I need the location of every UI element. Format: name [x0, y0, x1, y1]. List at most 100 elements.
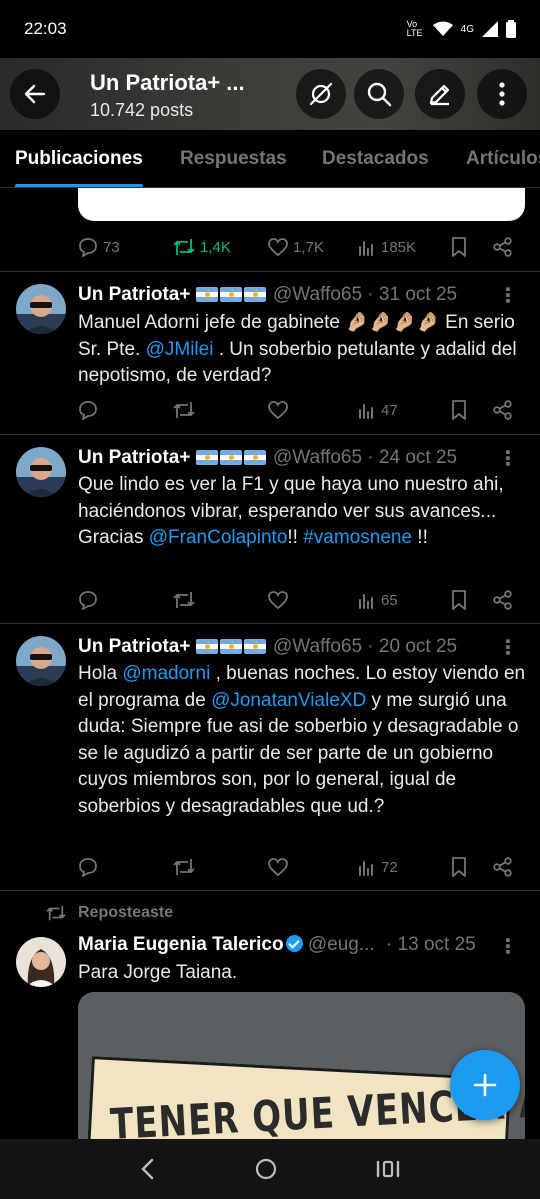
mention-link[interactable]: @JonatanVialeXD [211, 690, 366, 711]
tweet[interactable]: Un Patriota+ @Waffo65 · 20 oct 25 ⋮ Hola… [0, 624, 540, 890]
reply-icon [79, 401, 97, 420]
heart-icon [268, 591, 288, 609]
tweet-more-button[interactable]: ⋮ [498, 446, 518, 471]
like-button[interactable] [268, 401, 288, 419]
avatar[interactable] [16, 284, 66, 334]
bookmark-icon [452, 400, 466, 420]
repost-button[interactable] [173, 857, 195, 877]
share-button[interactable] [493, 857, 513, 877]
reply-button[interactable]: 73 [78, 237, 120, 257]
signal-icon [482, 21, 498, 37]
timeline[interactable]: 73 1,4K 1,7K 185K Un Patriota+ @Waffo65 … [0, 188, 540, 1139]
bookmark-button[interactable] [451, 590, 467, 610]
author-handle[interactable]: @Waffo65 [273, 447, 362, 468]
tweet-more-button[interactable]: ⋮ [498, 283, 518, 308]
tweet-text: Manuel Adorni jefe de gabinete 🤌🏼🤌🏼🤌🏼🤌🏼 … [78, 310, 528, 390]
avatar[interactable] [16, 937, 66, 987]
author-name[interactable]: Un Patriota+ [78, 447, 190, 468]
author-handle[interactable]: @Waffo65 [273, 284, 362, 305]
hashtag-link[interactable]: #vamosnene [303, 527, 412, 548]
tweet-actions: 72 [78, 853, 518, 881]
reply-icon [79, 858, 97, 877]
views-button[interactable]: 47 [358, 401, 398, 419]
share-button[interactable] [493, 237, 513, 257]
search-icon [367, 82, 392, 107]
tab-respuestas[interactable]: Respuestas [180, 130, 287, 187]
repost-count: 1,4K [200, 238, 231, 256]
search-button[interactable] [354, 69, 404, 119]
volte-icon: Vo LTE [406, 19, 423, 38]
compose-button[interactable] [450, 1050, 520, 1120]
battery-icon [506, 20, 516, 38]
views-count: 72 [381, 858, 398, 876]
repost-indicator: Reposteaste [46, 904, 173, 922]
mention-link[interactable]: @FranColapinto [149, 527, 288, 548]
tweet-more-button[interactable]: ⋮ [498, 635, 518, 660]
tab-articulos[interactable]: Artículos [466, 130, 540, 187]
flag-emojis [195, 449, 268, 471]
mention-link[interactable]: @JMilei [146, 339, 214, 360]
repost-button[interactable] [173, 590, 195, 610]
avatar[interactable] [16, 447, 66, 497]
wifi-icon [432, 21, 453, 36]
avatar[interactable] [16, 636, 66, 686]
reply-button[interactable] [78, 857, 98, 877]
back-button[interactable] [10, 69, 60, 119]
nav-back-icon[interactable] [140, 1158, 156, 1180]
pencil-icon [429, 84, 450, 106]
plus-icon [473, 1073, 497, 1097]
views-button[interactable]: 72 [358, 858, 398, 876]
bookmark-button[interactable] [451, 400, 467, 420]
author-name[interactable]: Maria Eugenia Talerico [78, 934, 284, 955]
tweet-actions: 65 [78, 586, 518, 614]
avatar-image [16, 937, 66, 987]
like-button[interactable]: 1,7K [268, 238, 324, 256]
share-button[interactable] [493, 590, 513, 610]
status-time: 22:03 [24, 19, 67, 38]
heart-icon [268, 238, 288, 256]
author-handle[interactable]: @Waffo65 [273, 636, 362, 657]
like-button[interactable] [268, 591, 288, 609]
repost-icon [173, 592, 195, 608]
repost-button[interactable] [173, 400, 195, 420]
mention-link[interactable]: @madorni [122, 663, 210, 684]
avatar-image [16, 447, 66, 497]
share-button[interactable] [493, 400, 513, 420]
tweet-more-button[interactable]: ⋮ [498, 934, 518, 959]
bookmark-button[interactable] [451, 237, 467, 257]
reply-count: 73 [103, 238, 120, 256]
tweet-date: · 31 oct 25 [367, 284, 458, 305]
repost-button[interactable]: 1,4K [173, 237, 231, 257]
tab-publicaciones[interactable]: Publicaciones [15, 130, 143, 187]
reply-button[interactable] [78, 400, 98, 420]
tweet-text-part: !! [412, 527, 428, 548]
analytics-icon [359, 594, 373, 609]
media-card[interactable] [78, 188, 525, 221]
author-handle[interactable]: @eug... [308, 934, 375, 955]
tweet[interactable]: Un Patriota+ @Waffo65 · 24 oct 25 ⋮ Que … [0, 435, 540, 624]
analytics-icon [359, 861, 373, 876]
analytics-icon [359, 241, 373, 256]
like-button[interactable] [268, 858, 288, 876]
bookmark-button[interactable] [451, 857, 467, 877]
tweet-text: Para Jorge Taiana. [78, 962, 238, 983]
views-count: 65 [381, 591, 398, 609]
system-nav-bar [0, 1139, 540, 1199]
more-options-button[interactable] [477, 69, 527, 119]
views-button[interactable]: 65 [358, 591, 398, 609]
repost-icon [46, 905, 66, 921]
nav-recents-icon[interactable] [376, 1159, 400, 1179]
flag-emojis [195, 286, 268, 308]
grok-button[interactable] [296, 69, 346, 119]
nav-home-icon[interactable] [255, 1158, 277, 1180]
edit-button[interactable] [415, 69, 465, 119]
tab-destacados[interactable]: Destacados [322, 130, 429, 187]
reply-button[interactable] [78, 590, 98, 610]
views-button[interactable]: 185K [358, 238, 416, 256]
bookmark-icon [452, 590, 466, 610]
reply-icon [79, 591, 97, 610]
author-name[interactable]: Un Patriota+ [78, 284, 190, 305]
author-name[interactable]: Un Patriota+ [78, 636, 190, 657]
profile-tabs: Publicaciones Respuestas Destacados Artí… [0, 130, 540, 188]
tweet[interactable]: Un Patriota+ @Waffo65 · 31 oct 25 ⋮ Manu… [0, 272, 540, 434]
